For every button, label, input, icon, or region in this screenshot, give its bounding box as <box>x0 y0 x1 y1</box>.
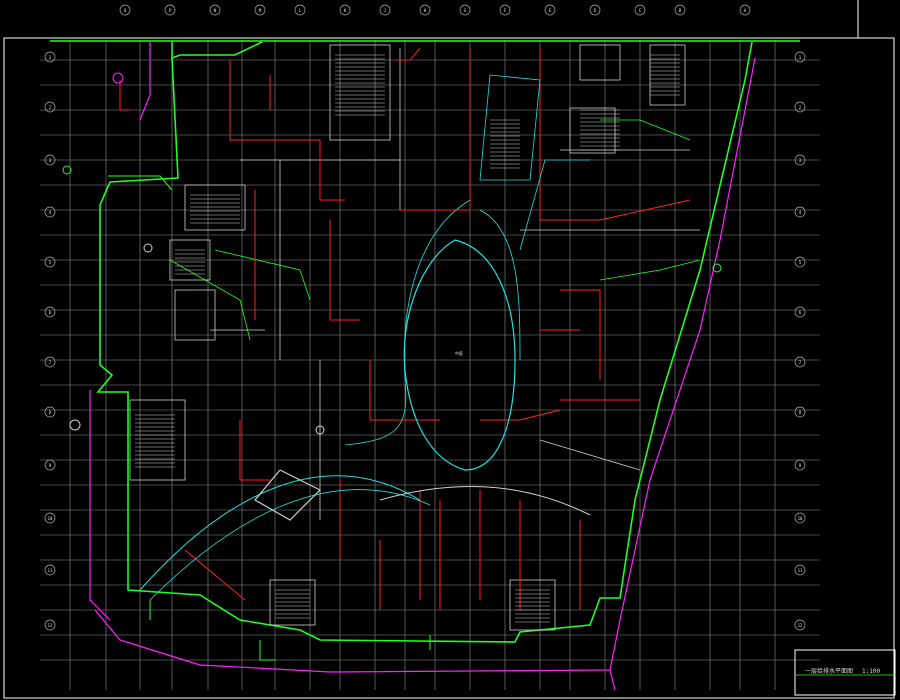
top-grid-label: C <box>639 8 642 13</box>
circle-markers <box>62 72 722 435</box>
atrium-outline <box>139 74 591 601</box>
right-grid-label: 4 <box>799 210 802 215</box>
walls <box>129 44 700 631</box>
top-grid-label: B <box>679 8 682 13</box>
top-grid-label: E <box>549 8 552 13</box>
left-grid-label: 9 <box>49 463 52 468</box>
right-grid-label: 7 <box>799 360 802 365</box>
drainage-pipes <box>50 40 800 661</box>
right-grid-label: 5 <box>799 260 802 265</box>
left-grid-label: 4 <box>49 210 52 215</box>
right-grid-label: 11 <box>798 568 803 573</box>
right-grid-label: 12 <box>798 623 803 628</box>
title-block-label: 一层给排水平面图 <box>805 667 853 675</box>
left-grid-label: 12 <box>48 623 53 628</box>
right-grid-label: 10 <box>798 516 803 521</box>
right-grid-label: 3 <box>799 158 802 163</box>
top-grid-label: P <box>169 8 172 13</box>
left-grid-label: 11 <box>48 568 53 573</box>
top-grid-label: M <box>259 8 262 13</box>
top-grid-label: O <box>124 8 127 13</box>
top-grid-label: L <box>299 8 302 13</box>
title-block: 一层给排水平面图 1:100 <box>794 649 896 696</box>
right-grid-label: 9 <box>799 463 802 468</box>
right-grid-label: 6 <box>799 310 802 315</box>
cad-viewport[interactable]: O P N M L K J H G F E D C B A 1 2 3 4 5 6 7 8 9 10 11 12 1 2 3 4 5 6 7 8 9 1… <box>0 0 900 700</box>
left-grid-label: 3 <box>49 158 52 163</box>
top-grid-label: F <box>504 8 507 13</box>
left-grid-label: 2 <box>49 105 52 110</box>
top-grid-label: J <box>384 8 386 13</box>
left-grid-label: 6 <box>49 310 52 315</box>
top-grid-label: D <box>594 8 597 13</box>
drawing-frame <box>3 37 895 699</box>
atrium-label: 中庭 <box>455 350 463 356</box>
grid-axis-labels: O P N M L K J H G F E D C B A1234567891011121234567891… <box>44 4 806 631</box>
top-grid-label: K <box>344 8 347 13</box>
top-grid-label: H <box>424 8 427 13</box>
title-block-scale: 1:100 <box>862 668 880 675</box>
left-grid-label: 8 <box>49 410 52 415</box>
stair-hatching <box>135 54 680 623</box>
floor-plan-drawing[interactable]: O P N M L K J H G F E D C B A1234567891011121234567891… <box>0 0 900 700</box>
right-grid-label: 2 <box>799 105 802 110</box>
top-grid-label: G <box>464 8 467 13</box>
right-grid-label: 1 <box>799 55 802 60</box>
right-grid-label: 8 <box>799 410 802 415</box>
left-grid-label: 1 <box>49 55 52 60</box>
top-grid-label: N <box>214 8 217 13</box>
left-grid-label: 7 <box>49 360 52 365</box>
fire-boundary <box>89 42 756 691</box>
left-grid-label: 10 <box>48 516 53 521</box>
left-grid-label: 5 <box>49 260 52 265</box>
top-grid-label: A <box>744 8 747 13</box>
